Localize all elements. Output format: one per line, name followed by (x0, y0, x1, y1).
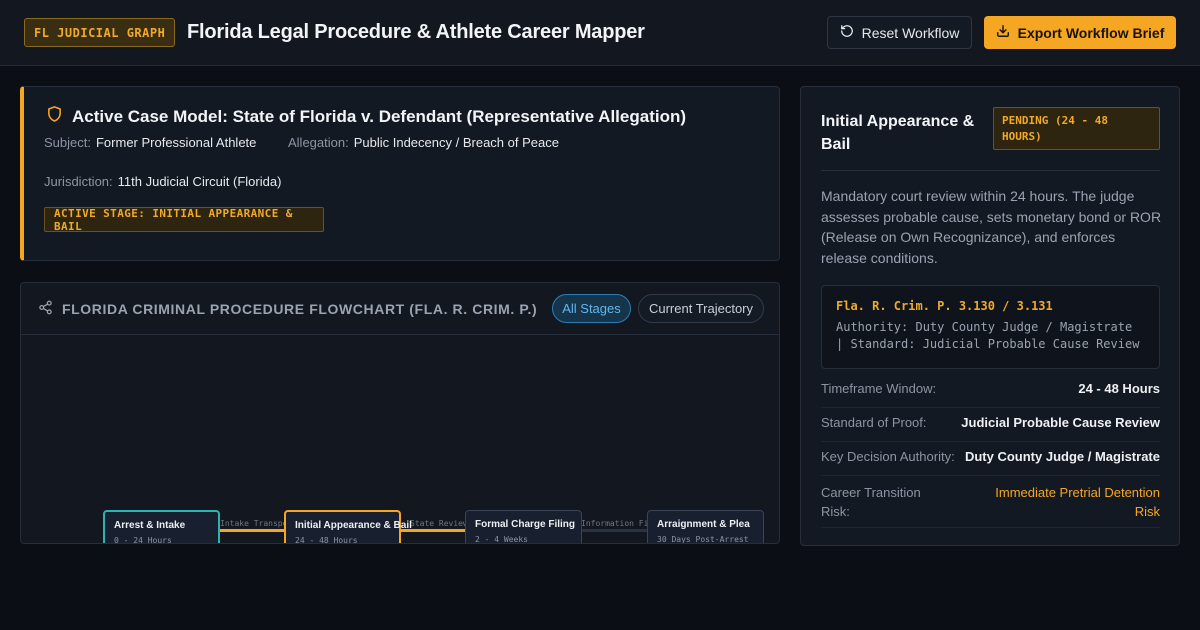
node-formal-charge-filing[interactable]: Formal Charge Filing 2 - 4 Weeks (465, 510, 582, 544)
row-value: Immediate Pretrial Detention Risk (995, 485, 1160, 519)
detail-divider (821, 170, 1160, 171)
flowchart-header: FLORIDA CRIMINAL PROCEDURE FLOWCHART (FL… (21, 283, 779, 335)
stage-description: Mandatory court review within 24 hours. … (821, 188, 1162, 266)
export-workflow-label: Export Workflow Brief (1017, 24, 1165, 41)
allegation-value: Public Indecency / Breach of Peace (353, 135, 559, 150)
allegation-label: Allegation: (288, 135, 349, 150)
row-label: Standard of Proof: (821, 415, 927, 430)
row-label: Career Transition Risk: (821, 485, 921, 519)
edge-label-state-review: State Review (410, 519, 468, 528)
rule-detail: Authority: Duty County Judge / Magistrat… (836, 320, 1140, 351)
case-title-row: Active Case Model: State of Florida v. D… (46, 105, 686, 128)
node-title: Arraignment & Plea (657, 519, 750, 530)
stage-detail-panel: Initial Appearance & Bail PENDING (24 - … (800, 86, 1180, 546)
refresh-icon (840, 24, 854, 41)
edge-information-filed (582, 529, 648, 532)
case-title: Active Case Model: State of Florida v. D… (72, 106, 687, 126)
node-title: Arrest & Intake (114, 520, 186, 531)
node-timeframe: 0 - 24 Hours (114, 536, 172, 544)
subject-label: Subject: (44, 135, 91, 150)
node-timeframe: 24 - 48 Hours (295, 536, 358, 544)
node-arrest-intake[interactable]: Arrest & Intake 0 - 24 Hours (103, 510, 220, 544)
row-value: 24 - 48 Hours (1078, 381, 1160, 396)
node-timeframe: 2 - 4 Weeks (475, 535, 528, 544)
edge-intake-transport (220, 529, 286, 532)
subject-value: Former Professional Athlete (95, 135, 257, 150)
subject-field: Subject: Former Professional Athlete (44, 135, 256, 150)
node-title: Formal Charge Filing (475, 519, 576, 530)
detail-row-standard: Standard of Proof: Judicial Probable Cau… (821, 415, 1160, 442)
stage-detail-title: Initial Appearance & Bail (821, 113, 975, 153)
row-label: Key Decision Authority: (821, 449, 955, 464)
flowchart-title: FLORIDA CRIMINAL PROCEDURE FLOWCHART (FL… (62, 301, 538, 317)
rule-citation: Fla. R. Crim. P. 3.130 / 3.131 (836, 299, 1053, 313)
export-workflow-button[interactable]: Export Workflow Brief (984, 16, 1176, 49)
app-title: Florida Legal Procedure & Athlete Career… (187, 21, 645, 43)
node-title: Initial Appearance & Bail (295, 520, 412, 531)
shield-icon (46, 105, 63, 128)
active-stage-badge: ACTIVE STAGE: INITIAL APPEARANCE & BAIL (44, 207, 324, 233)
reset-workflow-label: Reset Workflow (861, 24, 960, 41)
allegation-field: Allegation: Public Indecency / Breach of… (288, 135, 559, 150)
rule-citation-box: Fla. R. Crim. P. 3.130 / 3.131 Authority… (821, 285, 1160, 369)
reset-workflow-button[interactable]: Reset Workflow (827, 16, 972, 49)
detail-row-timeframe: Timeframe Window: 24 - 48 Hours (821, 381, 1160, 408)
download-icon (996, 24, 1010, 41)
detail-row-career-risk: Career Transition Risk: Immediate Pretri… (821, 483, 1160, 528)
node-timeframe: 30 Days Post-Arrest (657, 535, 749, 544)
flowchart-canvas: Intake Transport State Review Informatio… (21, 336, 779, 544)
node-arraignment-plea[interactable]: Arraignment & Plea 30 Days Post-Arrest (647, 510, 764, 544)
row-value: Duty County Judge / Magistrate (964, 449, 1160, 464)
jurisdiction-value: 11th Judicial Circuit (Florida) (117, 174, 282, 189)
case-model-card: Active Case Model: State of Florida v. D… (20, 86, 780, 261)
filter-current-trajectory[interactable]: Current Trajectory (638, 294, 764, 323)
row-value: Judicial Probable Cause Review (961, 415, 1160, 430)
share-nodes-icon (38, 300, 53, 318)
top-bar: FL JUDICIAL GRAPH Florida Legal Procedur… (0, 0, 1200, 66)
node-initial-appearance[interactable]: Initial Appearance & Bail 24 - 48 Hours (284, 510, 412, 544)
jurisdiction-label: Jurisdiction: (44, 174, 113, 189)
jurisdiction-field: Jurisdiction: 11th Judicial Circuit (Flo… (44, 174, 281, 189)
row-label: Timeframe Window: (821, 381, 937, 396)
flowchart-card: FLORIDA CRIMINAL PROCEDURE FLOWCHART (FL… (20, 282, 780, 544)
flowchart-title-row: FLORIDA CRIMINAL PROCEDURE FLOWCHART (FL… (38, 300, 537, 318)
detail-row-authority: Key Decision Authority: Duty County Judg… (821, 449, 1160, 476)
filter-all-stages[interactable]: All Stages (552, 294, 631, 323)
stage-status-badge: PENDING (24 - 48 HOURS) (993, 107, 1160, 150)
brand-badge: FL JUDICIAL GRAPH (24, 18, 176, 47)
